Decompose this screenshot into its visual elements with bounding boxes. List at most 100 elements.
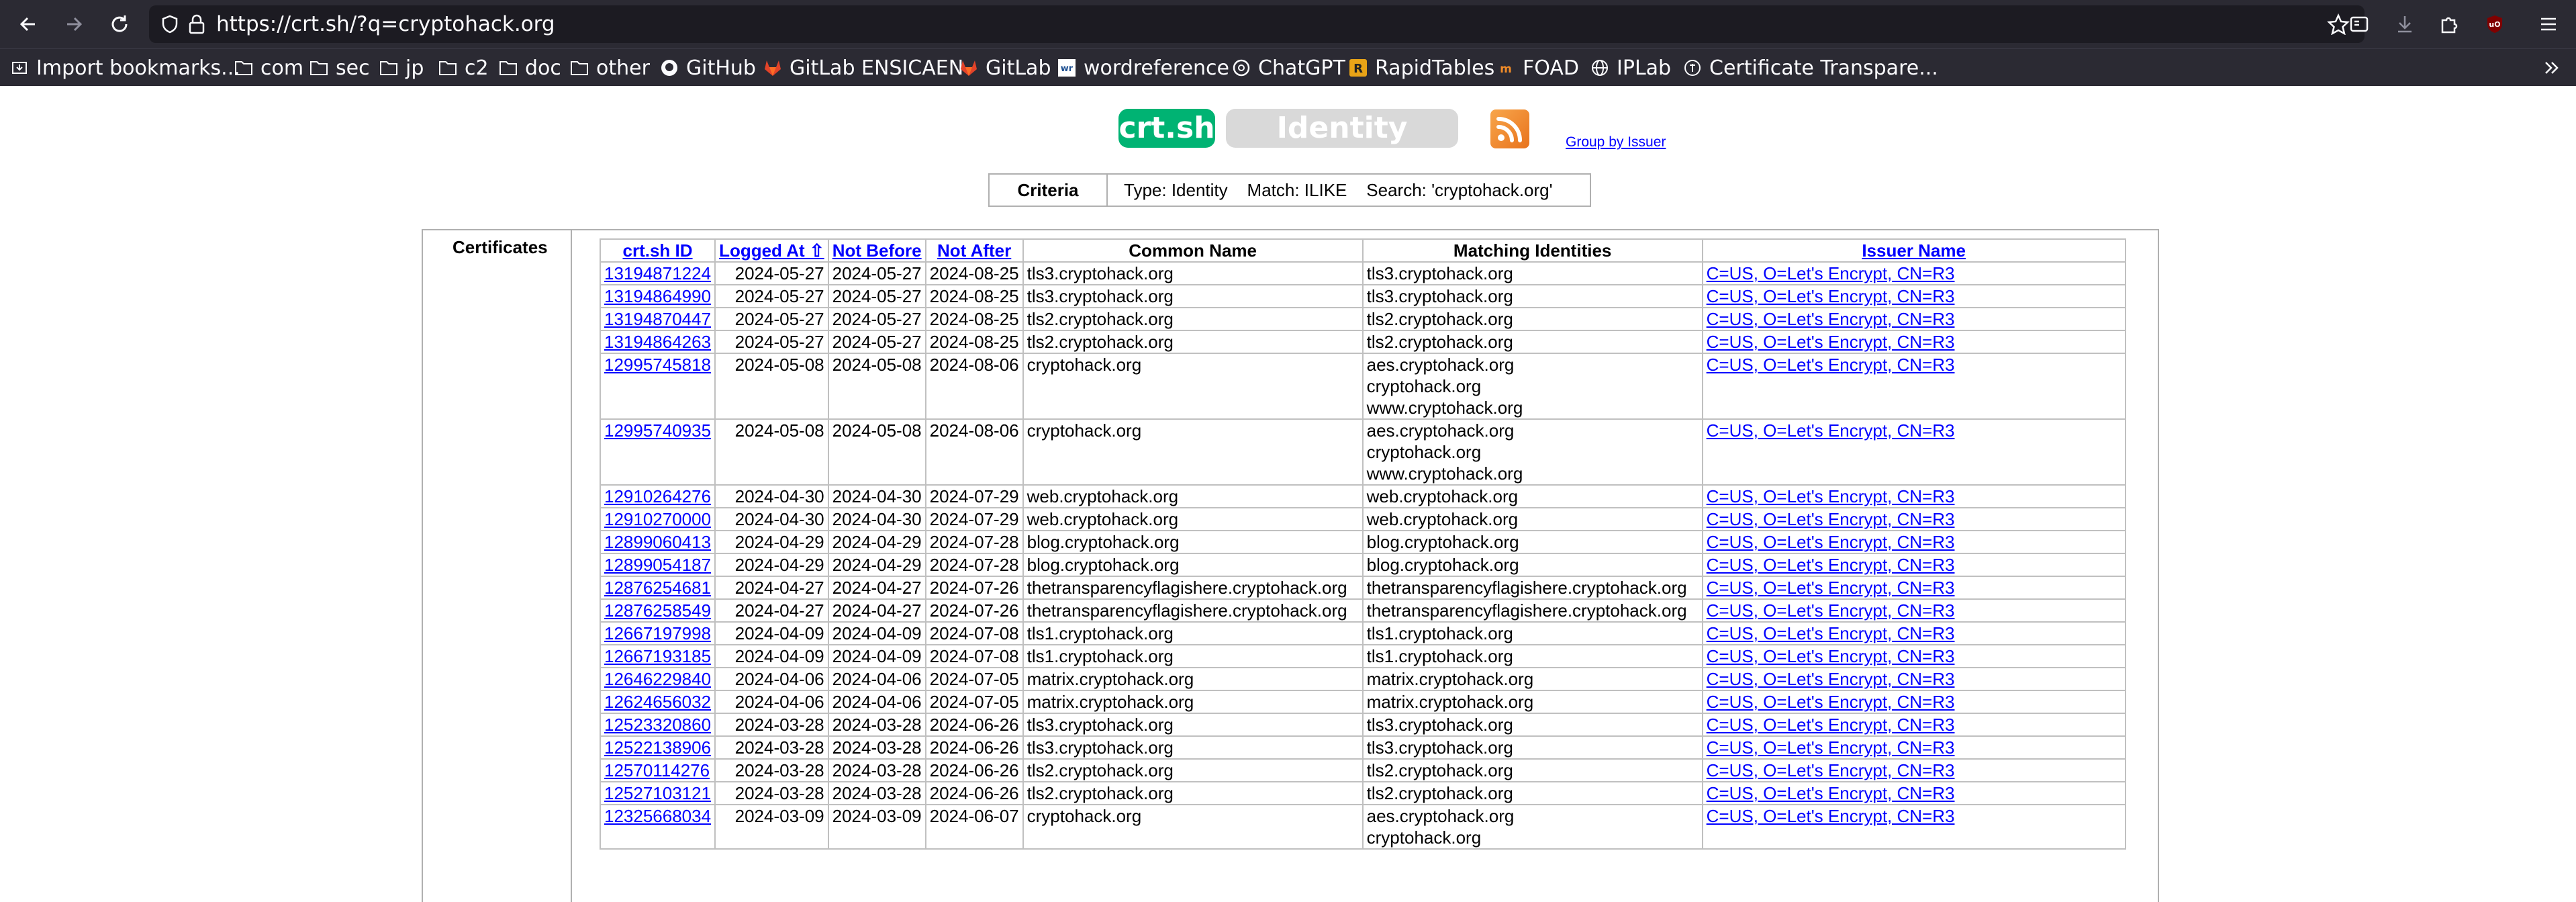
cell-matching-identities: thetransparencyflagishere.cryptohack.org — [1362, 576, 1703, 600]
bookmark-iplab[interactable]: IPLab — [1590, 49, 1671, 87]
issuer-link[interactable]: C=US, O=Let's Encrypt, CN=R3 — [1707, 286, 1955, 306]
issuer-link[interactable]: C=US, O=Let's Encrypt, CN=R3 — [1707, 783, 1955, 803]
issuer-link[interactable]: C=US, O=Let's Encrypt, CN=R3 — [1707, 263, 1955, 283]
bookmark-import[interactable]: Import bookmarks... — [9, 49, 240, 87]
cell-not-after: 2024-08-25 — [924, 261, 1024, 285]
cell-issuer-name: C=US, O=Let's Encrypt, CN=R3 — [1701, 804, 2126, 850]
bookmarks-overflow-button[interactable] — [2542, 49, 2562, 87]
bookmark-folder-jp[interactable]: jp — [379, 49, 424, 87]
forward-button[interactable] — [56, 7, 91, 42]
shield-icon[interactable] — [160, 14, 180, 34]
certificate-id-link[interactable]: 13194864263 — [604, 332, 711, 352]
issuer-link[interactable]: C=US, O=Let's Encrypt, CN=R3 — [1707, 420, 1955, 441]
cell-logged-at: 2024-05-27 — [714, 330, 829, 354]
issuer-link[interactable]: C=US, O=Let's Encrypt, CN=R3 — [1707, 715, 1955, 735]
certificate-id-link[interactable]: 12910264276 — [604, 486, 711, 506]
issuer-link[interactable]: C=US, O=Let's Encrypt, CN=R3 — [1707, 600, 1955, 621]
col-header-not-before[interactable]: Not Before — [832, 240, 922, 261]
issuer-link[interactable]: C=US, O=Let's Encrypt, CN=R3 — [1707, 332, 1955, 352]
table-row: 12876258549 2024-04-27 2024-04-27 2024-07-2… — [599, 598, 2126, 623]
cell-crtsh-id: 12624656032 — [599, 690, 716, 714]
menu-button[interactable] — [2531, 7, 2566, 42]
address-bar[interactable]: https://crt.sh/?q=cryptohack.org — [149, 5, 2365, 43]
reader-view-button[interactable] — [2342, 7, 2377, 42]
matching-identity: cryptohack.org — [1366, 827, 1482, 848]
bookmark-github[interactable]: GitHub — [659, 49, 756, 87]
col-header-issuer-name[interactable]: Issuer Name — [1862, 240, 1966, 261]
certificate-id-link[interactable]: 12995740935 — [604, 420, 711, 441]
bookmark-folder-sec[interactable]: sec — [309, 49, 370, 87]
cell-logged-at: 2024-04-27 — [714, 576, 829, 600]
issuer-link[interactable]: C=US, O=Let's Encrypt, CN=R3 — [1707, 578, 1955, 598]
bookmark-folder-other[interactable]: other — [569, 49, 650, 87]
cell-common-name: tls3.cryptohack.org — [1022, 284, 1364, 308]
issuer-link[interactable]: C=US, O=Let's Encrypt, CN=R3 — [1707, 486, 1955, 506]
bookmark-folder-c2[interactable]: c2 — [438, 49, 489, 87]
certificate-id-link[interactable]: 12522138906 — [604, 737, 711, 758]
certificate-id-link[interactable]: 13194864990 — [604, 286, 711, 306]
rss-feed-icon[interactable] — [1490, 109, 1529, 148]
certificate-id-link[interactable]: 12876254681 — [604, 578, 711, 598]
bookmark-gitlab[interactable]: GitLab — [959, 49, 1051, 87]
certificate-icon — [1682, 58, 1703, 78]
certificate-id-link[interactable]: 12899054187 — [604, 555, 711, 575]
issuer-link[interactable]: C=US, O=Let's Encrypt, CN=R3 — [1707, 760, 1955, 780]
certificate-id-link[interactable]: 12899060413 — [604, 532, 711, 552]
matching-identity: tls2.cryptohack.org — [1366, 760, 1513, 780]
cell-not-after: 2024-07-26 — [924, 598, 1024, 623]
col-header-logged-at[interactable]: Logged At ⇧ — [719, 240, 824, 261]
issuer-link[interactable]: C=US, O=Let's Encrypt, CN=R3 — [1707, 806, 1955, 826]
chevron-double-right-icon — [2545, 62, 2559, 74]
certificate-id-link[interactable]: 12570114276 — [604, 760, 710, 780]
certificate-id-link[interactable]: 12910270000 — [604, 509, 711, 529]
issuer-link[interactable]: C=US, O=Let's Encrypt, CN=R3 — [1707, 692, 1955, 712]
url-text[interactable]: https://crt.sh/?q=cryptohack.org — [216, 5, 555, 43]
bookmark-folder-doc[interactable]: doc — [498, 49, 561, 87]
cell-matching-identities: tls2.cryptohack.org — [1362, 307, 1703, 331]
bookmark-gitlab-ensicaen[interactable]: GitLab ENSICAEN — [763, 49, 963, 87]
certificate-id-link[interactable]: 12527103121 — [604, 783, 711, 803]
issuer-link[interactable]: C=US, O=Let's Encrypt, CN=R3 — [1707, 355, 1955, 375]
crtsh-logo[interactable]: crt.sh — [1118, 109, 1215, 148]
issuer-link[interactable]: C=US, O=Let's Encrypt, CN=R3 — [1707, 646, 1955, 666]
extensions-button[interactable] — [2432, 7, 2467, 42]
issuer-link[interactable]: C=US, O=Let's Encrypt, CN=R3 — [1707, 737, 1955, 758]
cell-not-before: 2024-05-27 — [827, 307, 926, 331]
certificate-id-link[interactable]: 13194870447 — [604, 309, 711, 329]
certificate-id-link[interactable]: 12995745818 — [604, 355, 711, 375]
issuer-link[interactable]: C=US, O=Let's Encrypt, CN=R3 — [1707, 669, 1955, 689]
issuer-link[interactable]: C=US, O=Let's Encrypt, CN=R3 — [1707, 555, 1955, 575]
lock-icon[interactable] — [187, 13, 207, 35]
reload-button[interactable] — [102, 7, 137, 42]
cell-not-after: 2024-07-26 — [924, 576, 1024, 600]
svg-text:uO: uO — [2489, 20, 2500, 29]
bookmark-certificate-transparency[interactable]: Certificate Transpare... — [1682, 49, 1938, 87]
certificate-id-link[interactable]: 12624656032 — [604, 692, 711, 712]
matching-identity: cryptohack.org — [1366, 376, 1482, 396]
certificate-id-link[interactable]: 13194871224 — [604, 263, 711, 283]
downloads-button[interactable] — [2387, 7, 2422, 42]
back-button[interactable] — [11, 7, 46, 42]
bookmark-foad[interactable]: m FOAD — [1496, 49, 1579, 87]
issuer-link[interactable]: C=US, O=Let's Encrypt, CN=R3 — [1707, 309, 1955, 329]
group-by-issuer-link[interactable]: Group by Issuer — [1566, 134, 1666, 150]
col-header-crtsh-id[interactable]: crt.sh ID — [623, 240, 693, 261]
issuer-link[interactable]: C=US, O=Let's Encrypt, CN=R3 — [1707, 623, 1955, 643]
certificate-id-link[interactable]: 12646229840 — [604, 669, 711, 689]
certificate-id-link[interactable]: 12876258549 — [604, 600, 711, 621]
certificate-id-link[interactable]: 12325668034 — [604, 806, 711, 826]
table-row: 12325668034 2024-03-09 2024-03-09 2024-06-0… — [599, 804, 2126, 850]
table-row: 12624656032 2024-04-06 2024-04-06 2024-07-0… — [599, 690, 2126, 714]
certificate-id-link[interactable]: 12667193185 — [604, 646, 711, 666]
bookmark-folder-com[interactable]: com — [234, 49, 303, 87]
cell-crtsh-id: 12667197998 — [599, 621, 716, 645]
issuer-link[interactable]: C=US, O=Let's Encrypt, CN=R3 — [1707, 509, 1955, 529]
issuer-link[interactable]: C=US, O=Let's Encrypt, CN=R3 — [1707, 532, 1955, 552]
certificate-id-link[interactable]: 12667197998 — [604, 623, 711, 643]
certificate-id-link[interactable]: 12523320860 — [604, 715, 711, 735]
bookmark-rapidtables[interactable]: R RapidTables — [1348, 49, 1494, 87]
col-header-not-after[interactable]: Not After — [937, 240, 1011, 261]
bookmark-wordreference[interactable]: wr wordreference — [1057, 49, 1229, 87]
ublock-button[interactable]: uO — [2477, 7, 2512, 42]
bookmark-chatgpt[interactable]: ChatGPT — [1231, 49, 1345, 87]
